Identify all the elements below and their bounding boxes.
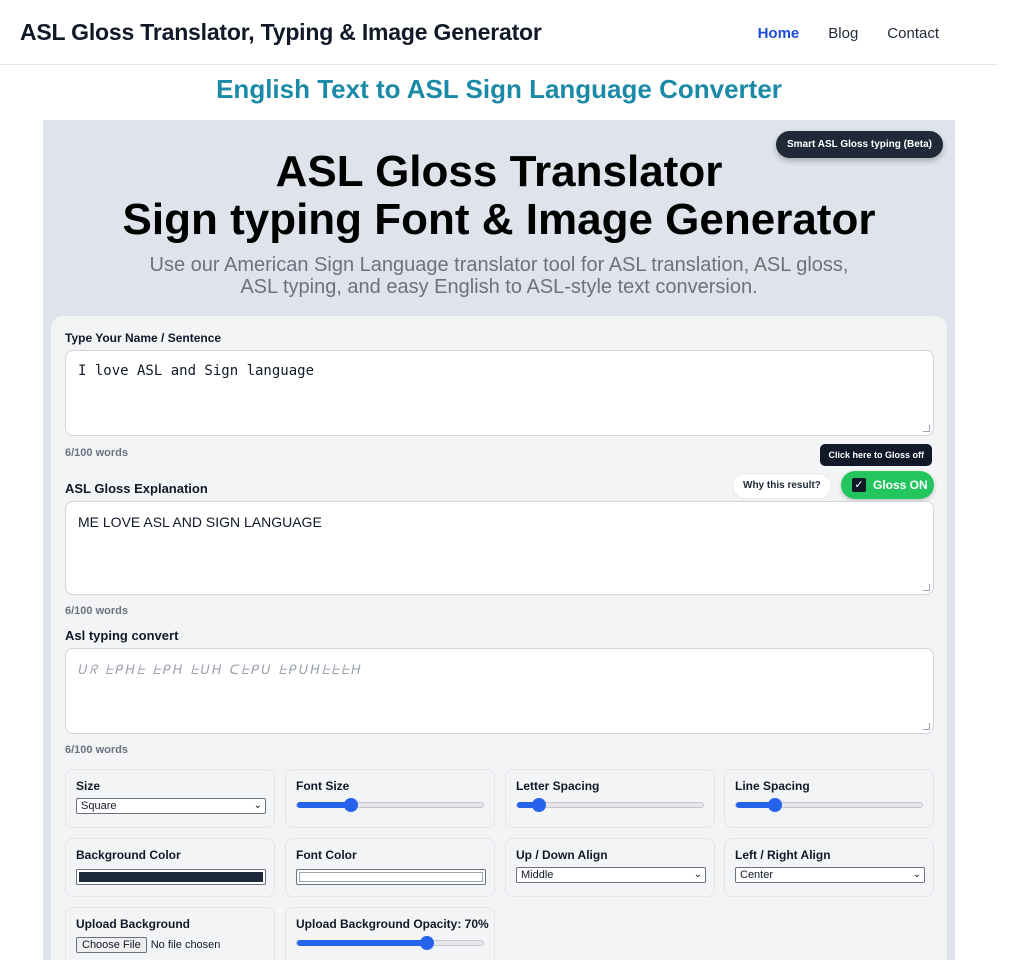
slider-thumb[interactable] (420, 936, 435, 950)
font-color-picker[interactable] (296, 869, 486, 885)
vertical-align-label: Up / Down Align (516, 848, 608, 862)
horizontal-align-label: Left / Right Align (735, 848, 831, 862)
letter-spacing-label: Letter Spacing (516, 779, 600, 793)
size-label: Size (76, 779, 101, 793)
file-status: No file chosen (150, 939, 221, 951)
sentence-input[interactable]: I love ASL and Sign language (65, 350, 934, 436)
letter-spacing-slider[interactable] (516, 798, 704, 812)
vertical-align-select[interactable]: Middle ⌄ (516, 867, 706, 883)
upload-opacity-slider[interactable] (296, 936, 484, 950)
top-navbar: ASL Gloss Translator, Typing & Image Gen… (0, 0, 998, 65)
slider-fill (297, 940, 428, 946)
font-size-label: Font Size (296, 779, 350, 793)
converter-card: Type Your Name / Sentence I love ASL and… (51, 316, 947, 960)
gloss-word-count: 6/100 words (65, 605, 128, 617)
choose-file-button[interactable]: Choose File (76, 937, 147, 953)
horizontal-align-select[interactable]: Center ⌄ (735, 867, 925, 883)
file-input: Choose File No file chosen (76, 937, 220, 953)
slider-thumb[interactable] (343, 798, 358, 812)
chevron-down-icon: ⌄ (693, 869, 702, 880)
typing-word-count: 6/100 words (65, 744, 128, 756)
font-color-swatch (299, 872, 483, 882)
background-color-picker[interactable] (76, 869, 266, 885)
background-color-swatch (79, 872, 263, 882)
chevron-down-icon: ⌄ (912, 869, 921, 880)
gloss-toggle-button[interactable]: ✓ Gloss ON (841, 471, 934, 499)
size-control: Size Square ⌄ (65, 769, 275, 828)
hero-title-line-2: Sign typing Font & Image Generator (122, 195, 876, 244)
sentence-input-value: I love ASL and Sign language (78, 363, 315, 379)
why-result-button[interactable]: Why this result? (732, 473, 832, 499)
slider-thumb[interactable] (768, 798, 783, 812)
line-spacing-control: Line Spacing (724, 769, 934, 828)
hero-subtitle-line-1: Use our American Sign Language translato… (149, 254, 849, 276)
nav-blog-link[interactable]: Blog (828, 25, 858, 42)
asl-typing-value: ᑌᖇ ᖶᑭᕼᖶ ᖶᑭᕼ ᖶᑌᕼ ᑕᖶᑭᑌ ᖶᑭᑌᕼᖶᖶᖶᕼ (78, 663, 363, 678)
horizontal-align-control: Left / Right Align Center ⌄ (724, 838, 934, 897)
page-heading: English Text to ASL Sign Language Conver… (216, 74, 782, 104)
nav-home-link[interactable]: Home (758, 25, 800, 42)
nav-contact-link[interactable]: Contact (887, 25, 939, 42)
font-size-control: Font Size (285, 769, 495, 828)
line-spacing-label: Line Spacing (735, 779, 810, 793)
input-label: Type Your Name / Sentence (65, 331, 222, 345)
background-color-label: Background Color (76, 848, 181, 862)
hero-title-line-1: ASL Gloss Translator (275, 147, 723, 196)
resize-handle[interactable] (923, 425, 930, 432)
slider-thumb[interactable] (532, 798, 547, 812)
upload-background-label: Upload Background (76, 917, 191, 931)
main-nav: Home Blog Contact (758, 25, 939, 42)
vertical-align-value: Middle (521, 869, 554, 881)
font-color-control: Font Color (285, 838, 495, 897)
upload-opacity-control: Upload Background Opacity: 70% (285, 907, 495, 960)
gloss-off-tooltip: Click here to Gloss off (820, 444, 932, 466)
size-select[interactable]: Square ⌄ (76, 798, 266, 814)
size-select-value: Square (81, 800, 117, 812)
gloss-toggle-label: Gloss ON (873, 478, 928, 492)
chevron-down-icon: ⌄ (253, 800, 262, 811)
asl-typing-output[interactable]: ᑌᖇ ᖶᑭᕼᖶ ᖶᑭᕼ ᖶᑌᕼ ᑕᖶᑭᑌ ᖶᑭᑌᕼᖶᖶᖶᕼ (65, 648, 934, 734)
resize-handle[interactable] (923, 584, 930, 591)
hero-section: Smart ASL Gloss typing (Beta) ASL Gloss … (43, 120, 955, 960)
input-word-count: 6/100 words (65, 447, 128, 459)
letter-spacing-control: Letter Spacing (505, 769, 715, 828)
background-color-control: Background Color (65, 838, 275, 897)
gloss-explanation-label: ASL Gloss Explanation (65, 481, 208, 496)
slider-fill (297, 802, 351, 808)
hero-subtitle: Use our American Sign Language translato… (103, 254, 895, 298)
hero-title: ASL Gloss Translator Sign typing Font & … (43, 148, 955, 244)
horizontal-align-value: Center (740, 869, 774, 881)
asl-typing-label: Asl typing convert (65, 628, 179, 643)
gloss-output[interactable]: ME LOVE ASL AND SIGN LANGUAGE (65, 501, 934, 595)
vertical-align-control: Up / Down Align Middle ⌄ (505, 838, 715, 897)
checkbox-icon[interactable]: ✓ (852, 478, 866, 492)
resize-handle[interactable] (923, 723, 930, 730)
upload-opacity-label: Upload Background Opacity: 70% (296, 917, 489, 931)
gloss-output-value: ME LOVE ASL AND SIGN LANGUAGE (78, 514, 322, 530)
font-size-slider[interactable] (296, 798, 484, 812)
upload-background-control: Upload Background Choose File No file ch… (65, 907, 275, 960)
line-spacing-slider[interactable] (735, 798, 923, 812)
site-title[interactable]: ASL Gloss Translator, Typing & Image Gen… (20, 19, 542, 46)
hero-subtitle-line-2: ASL typing, and easy English to ASL-styl… (240, 276, 758, 298)
font-color-label: Font Color (296, 848, 357, 862)
